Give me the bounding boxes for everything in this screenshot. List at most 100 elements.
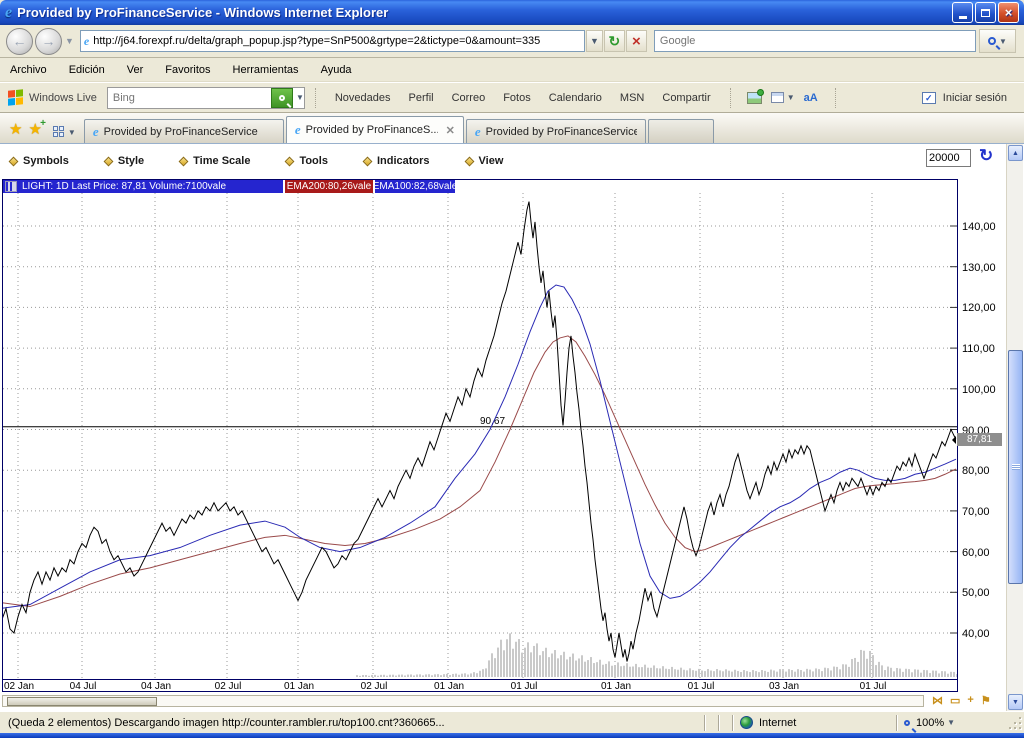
chart-menu-tools[interactable]: Tools	[286, 155, 328, 167]
chart-menu-symbols[interactable]: Symbols	[10, 155, 69, 167]
new-tab-stub[interactable]	[648, 119, 714, 143]
legend-ema100-badge[interactable]: EMA100:82,68vale	[375, 180, 455, 193]
back-button[interactable]: ←	[6, 28, 33, 55]
close-icon: ×	[1005, 6, 1013, 19]
tab-1[interactable]: e Provided by ProFinanceService	[84, 119, 284, 143]
menu-favoritos[interactable]: Favoritos	[165, 64, 210, 76]
chart-legend: LIGHT: 1D Last Price: 87,81 Volume:7100v…	[3, 180, 957, 193]
ie-logo-icon: e	[5, 4, 12, 22]
chart-frame: LIGHT: 1D Last Price: 87,81 Volume:7100v…	[2, 179, 958, 692]
date-axis-label: 02 Jan	[4, 681, 34, 692]
resize-grip[interactable]	[1008, 716, 1022, 730]
toolbar-separator	[730, 88, 731, 108]
fit-width-icon[interactable]: ⋈	[932, 694, 943, 707]
menu-edicion[interactable]: Edición	[69, 64, 105, 76]
signin-button[interactable]: Iniciar sesión	[943, 92, 1007, 104]
price-axis-label: 50,00	[962, 587, 990, 599]
zoom-out-icon[interactable]: ▭	[950, 694, 960, 707]
chart-menu-time-scale[interactable]: Time Scale	[180, 155, 250, 167]
tab-icon: e	[475, 124, 481, 140]
add-favorite-icon[interactable]: ★+	[28, 120, 41, 138]
flag-icon[interactable]: ⚑	[981, 694, 991, 707]
search-dropdown-icon[interactable]: ▼	[999, 37, 1007, 46]
date-axis: 02 Jan04 Jul04 Jan02 Jul01 Jan02 Jul01 J…	[3, 679, 957, 690]
chart-menu-indicators[interactable]: Indicators	[364, 155, 430, 167]
live-link-novedades[interactable]: Novedades	[335, 92, 391, 104]
quick-tabs-dropdown-icon[interactable]: ▼	[68, 128, 76, 137]
photo-pin-button[interactable]	[743, 87, 767, 109]
tab-icon: e	[295, 122, 301, 138]
zoom-dropdown-icon[interactable]: ▼	[947, 718, 955, 727]
minimize-button[interactable]	[952, 2, 973, 23]
tab-3[interactable]: e Provided by ProFinanceService	[466, 119, 646, 143]
live-link-calendario[interactable]: Calendario	[549, 92, 602, 104]
internet-globe-icon	[740, 716, 753, 729]
menu-ayuda[interactable]: Ayuda	[321, 64, 352, 76]
stop-button[interactable]: ×	[626, 30, 647, 52]
diamond-icon	[179, 156, 189, 166]
page-icon: e	[84, 34, 89, 49]
scroll-up-icon[interactable]: ▲	[1008, 145, 1023, 161]
live-link-msn[interactable]: MSN	[620, 92, 644, 104]
menu-ver[interactable]: Ver	[127, 64, 144, 76]
bing-search-icon	[279, 95, 285, 101]
favorites-star-icon[interactable]: ★	[9, 120, 22, 138]
windows-live-toolbar: Windows Live ▼ Novedades Perfil Correo F…	[0, 82, 1024, 113]
menu-archivo[interactable]: Archivo	[10, 64, 47, 76]
live-link-perfil[interactable]: Perfil	[409, 92, 434, 104]
translate-button[interactable]: aA	[799, 87, 823, 109]
zoom-level: 100%	[916, 717, 944, 729]
tab-2-active[interactable]: e Provided by ProFinanceS... ✕	[286, 116, 464, 143]
zoom-pane[interactable]: 100% ▼	[904, 717, 1000, 729]
form-dropdown-icon[interactable]: ▼	[787, 93, 795, 102]
tab-close-icon[interactable]: ✕	[446, 124, 455, 137]
scroll-down-icon[interactable]: ▼	[1008, 694, 1023, 710]
zoom-icon	[904, 720, 910, 726]
hscroll-thumb[interactable]	[7, 697, 157, 706]
history-dropdown-icon[interactable]: ▼	[65, 36, 74, 46]
address-bar[interactable]: e	[80, 30, 585, 52]
legend-settings-icon[interactable]	[5, 181, 17, 192]
navigation-bar: ← → ▼ e ▼ ↻ × ▼	[0, 25, 1024, 58]
address-input[interactable]	[93, 35, 581, 47]
live-link-correo[interactable]: Correo	[452, 92, 486, 104]
web-search-input[interactable]	[660, 35, 970, 47]
web-search-box[interactable]	[654, 30, 976, 52]
menu-herramientas[interactable]: Herramientas	[233, 64, 299, 76]
windows-live-logo-icon	[8, 89, 23, 106]
chart-bottom-controls: ⋈ ▭ + ⚑	[932, 694, 991, 707]
vertical-scrollbar[interactable]: ▲ ▼	[1006, 144, 1023, 711]
bing-search-input[interactable]	[113, 92, 271, 104]
restore-button[interactable]	[975, 2, 996, 23]
zoom-in-icon[interactable]: +	[967, 694, 973, 707]
bing-search-box[interactable]: ▼	[107, 87, 305, 109]
browser-window: e Provided by ProFinanceService - Window…	[0, 0, 1024, 738]
bing-search-button[interactable]	[271, 88, 293, 108]
vscroll-thumb[interactable]	[1008, 350, 1023, 584]
price-axis-label: 110,00	[962, 343, 995, 355]
date-axis-label: 03 Jan	[769, 681, 799, 692]
legend-light-segment: LIGHT: 1D Last Price: 87,81 Volume:7100v…	[3, 180, 283, 193]
security-zone-pane: Internet	[740, 716, 890, 729]
quick-tabs-icon	[53, 126, 65, 138]
address-dropdown-button[interactable]: ▼	[586, 30, 603, 52]
forward-button[interactable]: →	[35, 28, 62, 55]
status-separator	[718, 715, 720, 731]
live-link-fotos[interactable]: Fotos	[503, 92, 531, 104]
date-axis-label: 01 Jul	[860, 681, 887, 692]
legend-ema200-badge[interactable]: EMA200:80,26vale	[285, 180, 373, 193]
quick-tabs-button[interactable]: ▼	[53, 126, 76, 138]
form-button[interactable]: ▼	[771, 87, 795, 109]
status-bar: (Queda 2 elementos) Descargando imagen h…	[0, 711, 1024, 733]
search-icon	[988, 37, 996, 45]
refresh-button[interactable]: ↻	[604, 30, 625, 52]
chart-menu-view[interactable]: View	[466, 155, 504, 167]
search-button[interactable]: ▼	[979, 29, 1016, 53]
live-link-compartir[interactable]: Compartir	[662, 92, 710, 104]
bing-dropdown-icon[interactable]: ▼	[296, 93, 304, 102]
photo-pin-icon	[747, 92, 762, 104]
chart-horizontal-scrollbar[interactable]	[2, 695, 924, 707]
close-button[interactable]: ×	[998, 2, 1019, 23]
chart-menu-style[interactable]: Style	[105, 155, 144, 167]
price-axis-label: 80,00	[962, 465, 990, 477]
